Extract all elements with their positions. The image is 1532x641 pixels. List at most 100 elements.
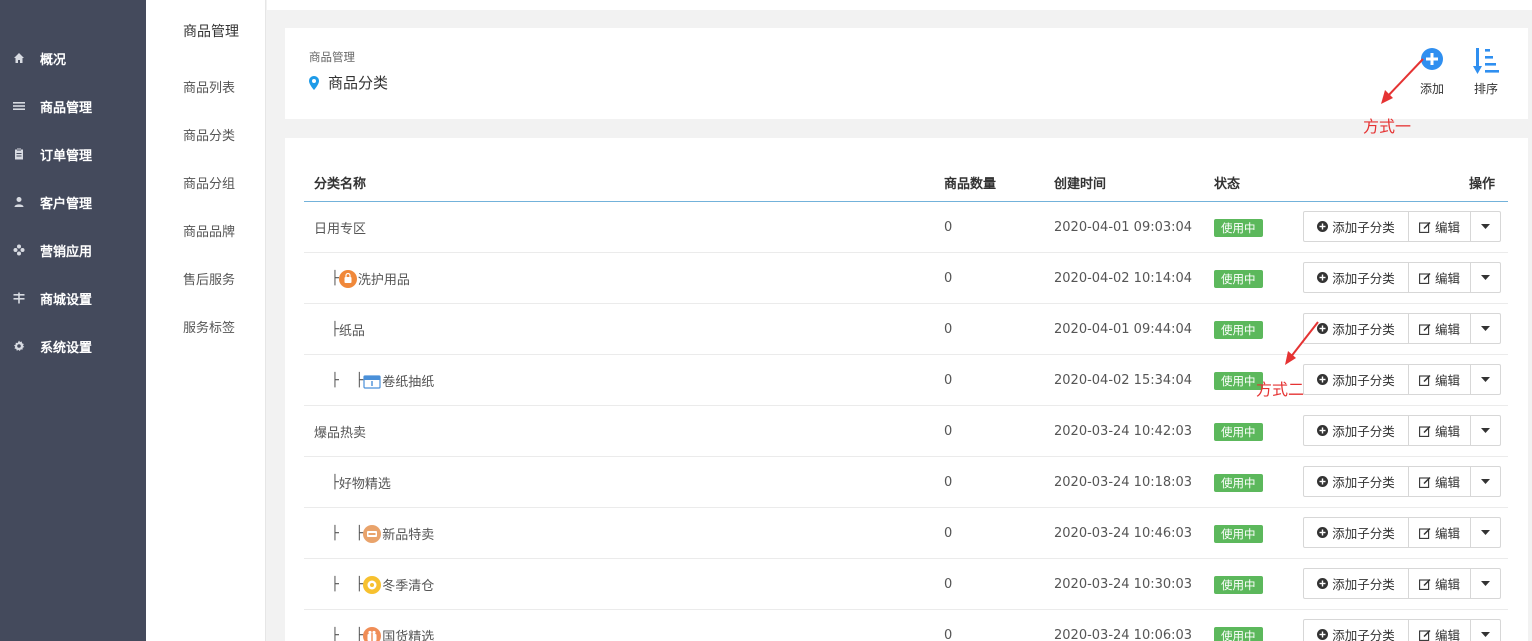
category-name: 卷纸抽纸 xyxy=(382,375,435,390)
edit-button[interactable]: 编辑 xyxy=(1409,467,1471,496)
category-name-cell: ├ 好物精选 xyxy=(331,457,391,508)
add-child-category-button[interactable]: 添加子分类 xyxy=(1304,518,1409,547)
add-child-category-button[interactable]: 添加子分类 xyxy=(1304,263,1409,292)
plus-circle-small-icon xyxy=(1317,629,1329,640)
created-time: 2020-04-01 09:03:04 xyxy=(1054,220,1193,235)
more-actions-dropdown[interactable] xyxy=(1471,365,1500,394)
more-actions-dropdown[interactable] xyxy=(1471,467,1500,496)
subnav-item-service-tags[interactable]: 服务标签 xyxy=(183,317,235,336)
gift-icon xyxy=(363,626,382,641)
product-count: 0 xyxy=(944,526,953,541)
table-row: 爆品热卖 0 2020-03-24 10:42:03 使用中 添加子分类 编辑 xyxy=(304,406,1508,457)
plus-circle-small-icon xyxy=(1317,272,1329,283)
more-actions-dropdown[interactable] xyxy=(1471,212,1500,241)
page-title-text: 商品分类 xyxy=(328,74,389,92)
sidebar-item-system-settings[interactable]: 系统设置 xyxy=(0,322,146,370)
table-row: ├ ├ 卷纸抽纸 0 2020-04-02 15:34:04 使用中 添加子分类 编辑 xyxy=(304,355,1508,406)
edit-label: 编辑 xyxy=(1434,526,1460,541)
subnav-item-after-sales[interactable]: 售后服务 xyxy=(183,269,235,288)
product-count: 0 xyxy=(944,322,953,337)
edit-icon xyxy=(1419,323,1431,335)
sidebar-item-shop-settings[interactable]: 商城设置 xyxy=(0,274,146,322)
more-actions-dropdown[interactable] xyxy=(1471,518,1500,547)
edit-button[interactable]: 编辑 xyxy=(1409,314,1471,343)
category-table: 分类名称 商品数量 创建时间 状态 操作 日用专区 0 2020-04-01 09:… xyxy=(285,138,1528,641)
row-action-group: 添加子分类 编辑 xyxy=(1303,262,1501,293)
caret-down-icon xyxy=(1481,428,1490,433)
product-count: 0 xyxy=(944,373,953,388)
edit-button[interactable]: 编辑 xyxy=(1409,365,1471,394)
more-actions-dropdown[interactable] xyxy=(1471,569,1500,598)
sort-button[interactable]: 排序 xyxy=(1466,48,1506,97)
column-header-count: 商品数量 xyxy=(944,177,997,192)
add-child-label: 添加子分类 xyxy=(1332,577,1395,592)
add-child-category-button[interactable]: 添加子分类 xyxy=(1304,365,1409,394)
created-time: 2020-03-24 10:46:03 xyxy=(1054,526,1193,541)
sidebar-item-marketing[interactable]: 营销应用 xyxy=(0,226,146,274)
row-action-group: 添加子分类 编辑 xyxy=(1303,415,1501,446)
edit-button[interactable]: 编辑 xyxy=(1409,212,1471,241)
status-cell: 使用中 xyxy=(1214,304,1263,355)
home-icon xyxy=(13,52,25,64)
sidebar-item-customer-management[interactable]: 客户管理 xyxy=(0,178,146,226)
add-child-category-button[interactable]: 添加子分类 xyxy=(1304,416,1409,445)
subnav-item-product-category[interactable]: 商品分类 xyxy=(183,125,235,144)
secondary-nav: 商品管理 商品列表 商品分类 商品分组 商品品牌 售后服务 服务标签 xyxy=(146,0,266,641)
sidebar-item-order-management[interactable]: 订单管理 xyxy=(0,130,146,178)
add-child-label: 添加子分类 xyxy=(1332,373,1395,388)
status-badge: 使用中 xyxy=(1214,320,1263,339)
sidebar-item-label: 营销应用 xyxy=(40,244,93,260)
subnav-item-product-group[interactable]: 商品分组 xyxy=(183,173,235,192)
status-badge: 使用中 xyxy=(1214,626,1263,641)
orange-bag-icon xyxy=(338,269,358,288)
add-child-label: 添加子分类 xyxy=(1332,220,1395,235)
category-name-cell: ├ ├ 卷纸抽纸 xyxy=(331,355,434,406)
category-name: 好物精选 xyxy=(338,477,391,492)
add-child-label: 添加子分类 xyxy=(1332,628,1395,641)
edit-icon xyxy=(1419,272,1431,284)
sidebar-item-overview[interactable]: 概况 xyxy=(0,34,146,82)
caret-down-icon xyxy=(1481,581,1490,586)
annotation-arrow-two xyxy=(1285,321,1319,365)
tree-indent-marker: ├ ├ xyxy=(331,577,364,592)
add-child-category-button[interactable]: 添加子分类 xyxy=(1304,620,1409,641)
caret-down-icon xyxy=(1481,275,1490,280)
sidebar-item-label: 系统设置 xyxy=(40,340,93,356)
column-header-name: 分类名称 xyxy=(314,177,367,192)
add-child-label: 添加子分类 xyxy=(1332,475,1395,490)
more-actions-dropdown[interactable] xyxy=(1471,620,1500,641)
edit-button[interactable]: 编辑 xyxy=(1409,518,1471,547)
subnav-item-product-brand[interactable]: 商品品牌 xyxy=(183,221,235,240)
category-name-cell: ├ 纸品 xyxy=(331,304,365,355)
category-name: 新品特卖 xyxy=(382,528,435,543)
edit-label: 编辑 xyxy=(1434,220,1460,235)
edit-button[interactable]: 编辑 xyxy=(1409,263,1471,292)
add-child-category-button[interactable]: 添加子分类 xyxy=(1304,467,1409,496)
category-name: 国货精选 xyxy=(382,630,435,641)
edit-label: 编辑 xyxy=(1434,373,1460,388)
menu-icon xyxy=(13,100,25,112)
sidebar-item-product-management[interactable]: 商品管理 xyxy=(0,82,146,130)
subnav-item-product-list[interactable]: 商品列表 xyxy=(183,77,235,96)
gamepad-icon xyxy=(13,244,25,256)
edit-button[interactable]: 编辑 xyxy=(1409,416,1471,445)
status-cell: 使用中 xyxy=(1214,610,1263,641)
status-badge: 使用中 xyxy=(1214,422,1263,441)
new-product-icon xyxy=(363,524,382,543)
add-child-category-button[interactable]: 添加子分类 xyxy=(1304,212,1409,241)
more-actions-dropdown[interactable] xyxy=(1471,314,1500,343)
sidebar-item-label: 概况 xyxy=(40,52,67,68)
status-badge: 使用中 xyxy=(1214,218,1263,237)
more-actions-dropdown[interactable] xyxy=(1471,263,1500,292)
more-actions-dropdown[interactable] xyxy=(1471,416,1500,445)
edit-button[interactable]: 编辑 xyxy=(1409,620,1471,641)
edit-icon xyxy=(1419,527,1431,539)
tree-indent-marker: ├ xyxy=(331,271,339,286)
caret-down-icon xyxy=(1481,632,1490,637)
edit-button[interactable]: 编辑 xyxy=(1409,569,1471,598)
category-name-cell: ├ ├ 冬季清仓 xyxy=(331,559,434,610)
add-child-category-button[interactable]: 添加子分类 xyxy=(1304,569,1409,598)
row-action-group: 添加子分类 编辑 xyxy=(1303,517,1501,548)
main-sidebar: 概况 商品管理 订单管理 客户管理 营销应用 商城设置 系统设置 xyxy=(0,0,146,641)
product-count: 0 xyxy=(944,271,953,286)
